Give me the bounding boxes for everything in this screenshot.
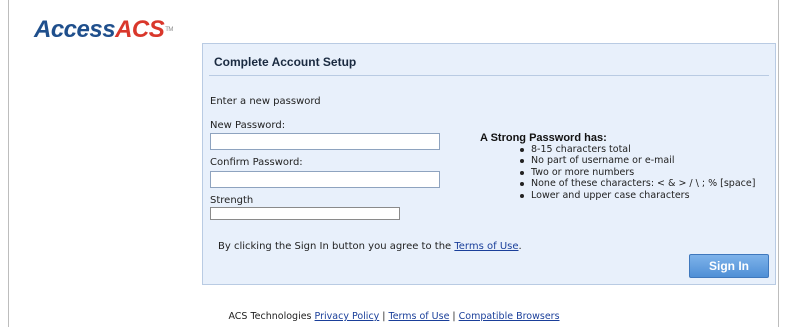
strong-password-heading: A Strong Password has: xyxy=(480,132,607,144)
password-rule: No part of username or e-mail xyxy=(520,155,755,166)
password-rule: 8-15 characters total xyxy=(520,144,755,155)
new-password-label: New Password: xyxy=(210,120,286,131)
privacy-policy-link[interactable]: Privacy Policy xyxy=(315,311,380,322)
sign-in-button[interactable]: Sign In xyxy=(689,254,769,278)
strength-label: Strength xyxy=(210,195,254,206)
agreement-prefix: By clicking the Sign In button you agree… xyxy=(218,241,455,252)
footer-terms-link[interactable]: Terms of Use xyxy=(389,311,450,322)
instruction-text: Enter a new password xyxy=(210,96,321,107)
compatible-browsers-link[interactable]: Compatible Browsers xyxy=(459,311,560,322)
panel-divider xyxy=(209,75,769,76)
footer: ACS Technologies Privacy Policy | Terms of… xyxy=(0,311,788,322)
password-rule: Lower and upper case characters xyxy=(520,190,755,201)
terms-of-use-link[interactable]: Terms of Use xyxy=(454,241,518,252)
confirm-password-input[interactable] xyxy=(210,171,440,188)
account-setup-panel: Complete Account Setup Enter a new passw… xyxy=(202,43,776,285)
logo-trademark: TM xyxy=(165,27,173,33)
confirm-password-label: Confirm Password: xyxy=(210,157,303,168)
panel-title: Complete Account Setup xyxy=(214,55,357,69)
password-rules-list: 8-15 characters total No part of usernam… xyxy=(520,144,755,201)
footer-company: ACS Technologies xyxy=(228,311,312,322)
password-strength-meter xyxy=(210,207,400,220)
new-password-input[interactable] xyxy=(210,133,440,150)
logo-acs-text: ACS xyxy=(115,16,165,43)
password-rule: Two or more numbers xyxy=(520,167,755,178)
logo-access-text: Access xyxy=(34,16,116,43)
footer-separator: | xyxy=(382,311,386,322)
agreement-suffix: . xyxy=(518,241,522,252)
terms-agreement-text: By clicking the Sign In button you agree… xyxy=(218,241,522,252)
password-rule: None of these characters: < & > / \ ; % … xyxy=(520,178,755,189)
accessacs-logo: AccessACSTM xyxy=(34,16,173,44)
footer-separator: | xyxy=(452,311,456,322)
